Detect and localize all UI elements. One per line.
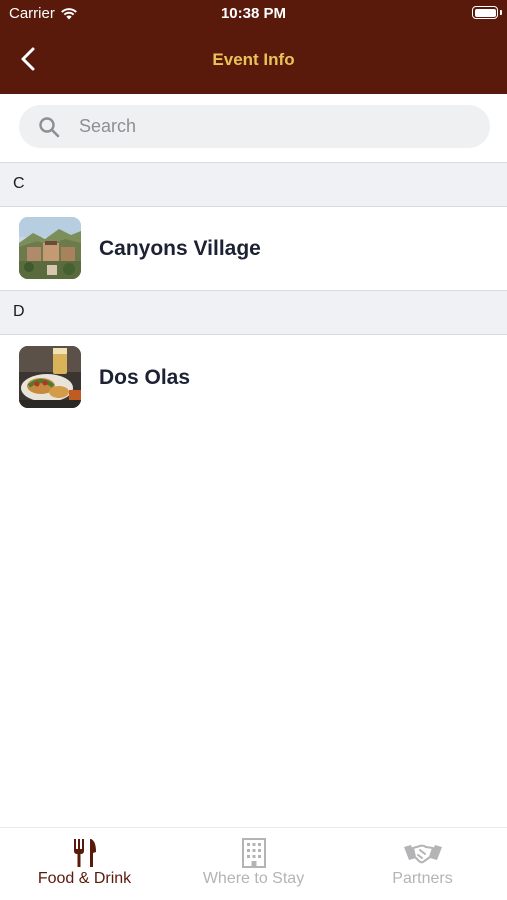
header: Carrier 10:38 PM Event Info xyxy=(0,0,507,94)
status-time: 10:38 PM xyxy=(220,5,287,22)
list-item-label: Dos Olas xyxy=(99,366,191,389)
list-item-dos-olas[interactable]: Dos Olas xyxy=(0,336,507,420)
list-item-canyons-village[interactable]: Canyons Village xyxy=(0,207,507,291)
tab-partners[interactable]: Partners xyxy=(338,828,507,900)
tab-label: Where to Stay xyxy=(202,870,305,887)
building-icon xyxy=(241,838,266,868)
search-icon xyxy=(39,116,60,137)
section-letter: C xyxy=(13,175,25,192)
section-letter: D xyxy=(13,303,25,320)
nav-bar: Event Info xyxy=(0,30,507,90)
dos-olas-thumbnail xyxy=(19,346,81,408)
tab-food-drink[interactable]: Food & Drink xyxy=(0,828,169,900)
search-input[interactable] xyxy=(77,115,441,138)
page-title: Event Info xyxy=(212,50,295,69)
utensils-icon xyxy=(73,839,96,867)
tab-label: Food & Drink xyxy=(37,870,132,887)
search-container xyxy=(0,94,507,162)
battery-nub xyxy=(500,10,502,15)
search-bar[interactable] xyxy=(19,105,490,148)
status-bar: Carrier 10:38 PM xyxy=(0,0,507,28)
tab-label: Partners xyxy=(392,870,453,887)
tab-bar: Food & Drink Where to Stay Partners xyxy=(0,827,507,900)
handshake-icon xyxy=(403,844,442,864)
section-header-c: C xyxy=(0,162,507,207)
battery-icon xyxy=(472,6,498,19)
battery-level xyxy=(474,8,496,17)
event-info-screen: Carrier 10:38 PM Event Info Search C Can… xyxy=(0,0,507,900)
canyons-village-thumbnail xyxy=(19,217,81,279)
tab-where-to-stay[interactable]: Where to Stay xyxy=(169,828,338,900)
section-header-d: D xyxy=(0,290,507,335)
list-item-label: Canyons Village xyxy=(99,237,261,260)
